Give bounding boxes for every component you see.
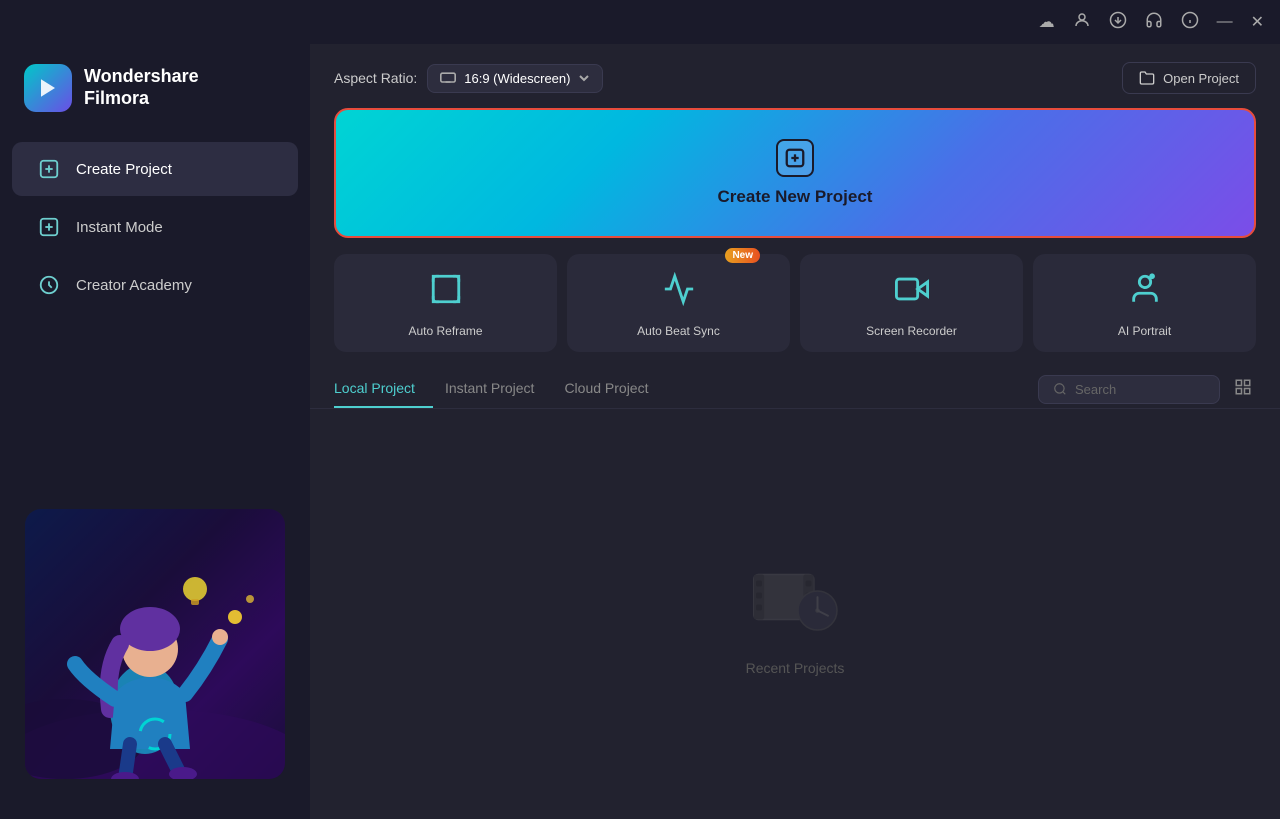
new-badge: New <box>725 248 760 263</box>
feature-card-auto-reframe[interactable]: Auto Reframe <box>334 254 557 352</box>
topbar: Aspect Ratio: 16:9 (Widescreen) Open Pro… <box>310 44 1280 108</box>
open-project-button[interactable]: Open Project <box>1122 62 1256 94</box>
info-icon[interactable] <box>1181 11 1199 34</box>
cloud-icon[interactable]: ☁ <box>1039 12 1055 32</box>
aspect-ratio-dropdown[interactable]: 16:9 (Widescreen) <box>427 64 603 93</box>
feature-card-ai-portrait[interactable]: AI Portrait <box>1033 254 1256 352</box>
feature-card-auto-beat-sync[interactable]: New Auto Beat Sync <box>567 254 790 352</box>
minimize-icon[interactable]: — <box>1217 13 1233 31</box>
search-input[interactable] <box>1075 382 1205 397</box>
create-new-project-label: Create New Project <box>718 187 873 207</box>
creator-academy-icon <box>36 272 62 298</box>
instant-mode-icon <box>36 214 62 240</box>
feature-card-label: Screen Recorder <box>866 324 957 338</box>
feature-card-label: Auto Beat Sync <box>637 324 720 338</box>
search-icon <box>1053 382 1067 396</box>
tab-instant-project[interactable]: Instant Project <box>445 370 553 408</box>
tab-cloud-project[interactable]: Cloud Project <box>564 370 666 408</box>
tab-local-project[interactable]: Local Project <box>334 370 433 408</box>
feature-cards: Auto Reframe New Auto Beat Sync Screen R… <box>310 254 1280 370</box>
screen-recorder-icon <box>895 272 929 314</box>
app-name: Wondershare Filmora <box>84 66 199 109</box>
folder-icon <box>1139 70 1155 86</box>
aspect-ratio-label: Aspect Ratio: <box>334 70 417 86</box>
sidebar-item-label: Instant Mode <box>76 219 163 236</box>
logo-area: Wondershare Filmora <box>0 64 310 140</box>
feature-card-screen-recorder[interactable]: Screen Recorder <box>800 254 1023 352</box>
sidebar-item-create-project[interactable]: Create Project <box>12 142 298 196</box>
empty-state: Recent Projects <box>746 552 845 676</box>
sidebar-item-instant-mode[interactable]: Instant Mode <box>12 200 298 254</box>
open-project-label: Open Project <box>1163 71 1239 86</box>
download-icon[interactable] <box>1109 11 1127 34</box>
close-icon[interactable]: ✕ <box>1251 12 1264 32</box>
aspect-ratio-section: Aspect Ratio: 16:9 (Widescreen) <box>334 64 603 93</box>
headphones-icon[interactable] <box>1145 11 1163 34</box>
create-project-icon <box>36 156 62 182</box>
recent-projects-label: Recent Projects <box>746 660 845 676</box>
aspect-ratio-value: 16:9 (Widescreen) <box>464 71 570 86</box>
grid-toggle-button[interactable] <box>1230 374 1256 405</box>
content-area: Aspect Ratio: 16:9 (Widescreen) Open Pro… <box>310 44 1280 819</box>
add-project-icon <box>776 139 814 177</box>
auto-reframe-icon <box>429 272 463 314</box>
sidebar-item-label: Creator Academy <box>76 277 192 294</box>
grid-icon <box>1234 378 1252 396</box>
project-tabs-bar: Local Project Instant Project Cloud Proj… <box>310 370 1280 409</box>
auto-beat-sync-icon <box>662 272 696 314</box>
chevron-down-icon <box>578 72 590 84</box>
monitor-icon <box>440 72 456 84</box>
titlebar: ☁ — ✕ <box>0 0 1280 44</box>
film-reel-graphic <box>750 552 840 642</box>
user-icon[interactable] <box>1073 11 1091 34</box>
feature-card-label: AI Portrait <box>1118 324 1171 338</box>
search-bar[interactable] <box>1038 375 1220 404</box>
sidebar: Wondershare Filmora Create Project Insta… <box>0 44 310 819</box>
ai-portrait-icon <box>1128 272 1162 314</box>
projects-area: Recent Projects <box>310 409 1280 819</box>
sidebar-item-label: Create Project <box>76 161 172 178</box>
feature-card-label: Auto Reframe <box>408 324 482 338</box>
sidebar-illustration <box>0 489 310 799</box>
create-new-project-banner[interactable]: Create New Project <box>334 108 1256 238</box>
sidebar-item-creator-academy[interactable]: Creator Academy <box>12 258 298 312</box>
app-logo <box>24 64 72 112</box>
